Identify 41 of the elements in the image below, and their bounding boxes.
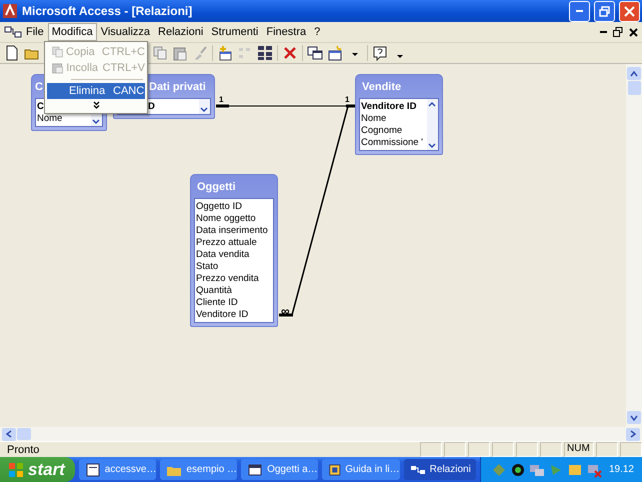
menu-item[interactable]: Visualizza — [96, 23, 154, 41]
menu-item[interactable]: Relazioni — [154, 23, 208, 41]
field-name[interactable]: Cognome — [361, 125, 426, 137]
field-name[interactable]: Stato — [196, 261, 272, 273]
taskbar-button[interactable]: Guida in li… — [322, 459, 400, 480]
field-name[interactable]: Cliente ID — [196, 297, 272, 309]
field-name[interactable]: Commissione ' — [361, 137, 426, 149]
status-indicator: NUM — [564, 442, 594, 457]
field-name[interactable]: Quantità — [196, 285, 272, 297]
cardinality-label: ∞ — [281, 304, 290, 318]
menu-item[interactable]: Finestra — [262, 23, 310, 41]
table-title: Oggetti — [197, 180, 236, 192]
field-name[interactable]: Venditore ID — [196, 309, 272, 321]
field-name[interactable]: Data inserimento — [196, 225, 272, 237]
taskbar-button[interactable]: esempio … — [160, 459, 238, 480]
taskbar-button[interactable]: Relazioni — [404, 459, 476, 480]
field-name[interactable]: Nome oggetto — [196, 213, 272, 225]
cardinality-label: 1 — [345, 95, 350, 104]
cardinality-label: 1 — [219, 95, 224, 104]
menu-item[interactable]: Modifica — [48, 23, 97, 41]
table-window[interactable]: Oggetti Oggetto ID Nome oggetto Data inserimento Prezzo attuale Data vendita Stato Prezzo vendita Quantità Cliente ID Venditore ID — [190, 174, 278, 327]
taskbar-button[interactable]: Oggetti a… — [241, 459, 318, 480]
field-name[interactable]: Data vendita — [196, 249, 272, 261]
table-title: Dati privati — [149, 80, 206, 92]
menu-item[interactable]: ? — [310, 23, 324, 41]
field-name[interactable]: Prezzo attuale — [196, 237, 272, 249]
field-name[interactable]: Nome — [37, 113, 90, 125]
clock: 19.12 — [608, 464, 634, 475]
menu-item[interactable]: Elimina CANC — [47, 83, 145, 99]
window-title: Microsoft Access - [Relazioni] — [22, 4, 194, 18]
field-name[interactable]: Oggetto ID — [196, 201, 272, 213]
table-window[interactable]: Vendite Venditore ID Nome Cognome Commissione ' — [355, 74, 443, 155]
table-title: C — [35, 80, 43, 92]
field-name[interactable]: Nome — [361, 113, 426, 125]
table-title: Vendite — [362, 80, 402, 92]
menu-item[interactable]: Strumenti — [207, 23, 262, 41]
taskbar-button[interactable]: accessve… — [78, 459, 156, 480]
field-name[interactable]: Prezzo vendita — [196, 273, 272, 285]
status-text: Pronto — [6, 444, 40, 456]
field-name[interactable]: Venditore ID — [361, 101, 426, 113]
menu-item[interactable]: File — [22, 23, 48, 41]
